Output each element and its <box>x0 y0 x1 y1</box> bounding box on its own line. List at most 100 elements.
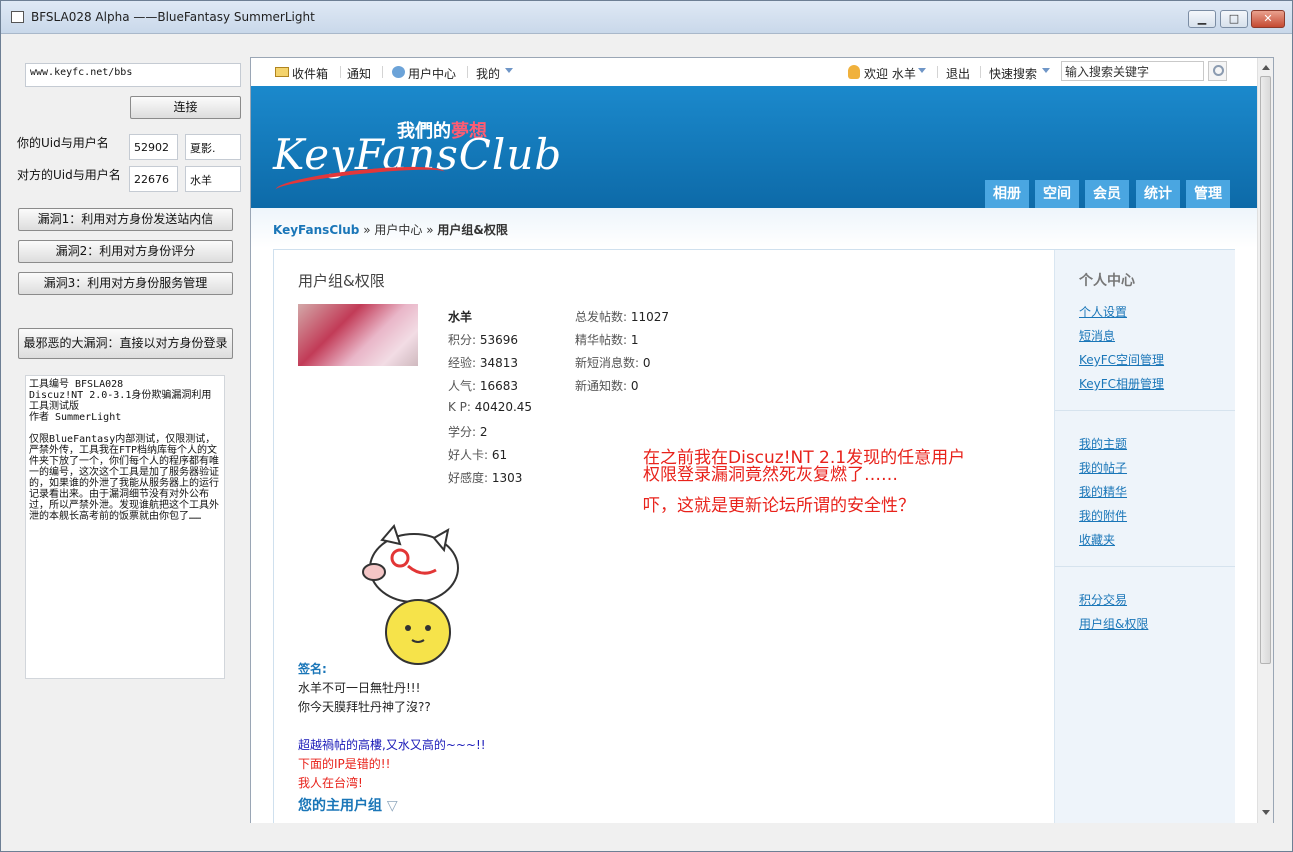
maximize-button[interactable]: □ <box>1220 10 1248 28</box>
other-uid-label: 对方的Uid与用户名 <box>17 168 121 182</box>
logout-link[interactable]: 退出 <box>946 65 970 82</box>
minimize-button[interactable]: ▁ <box>1188 10 1216 28</box>
stat-value: 0 <box>642 356 651 370</box>
chevron-down-icon[interactable] <box>1042 68 1050 73</box>
sidebar-item-my-topics[interactable]: 我的主题 <box>1079 435 1127 452</box>
stat-label: 新短消息数: <box>575 356 640 370</box>
other-uid-input[interactable]: 22676 <box>129 166 178 192</box>
tab-album[interactable]: 相册 <box>985 180 1029 208</box>
inbox-link[interactable]: 收件箱 <box>292 65 328 82</box>
sidebar-item-my-attachments[interactable]: 我的附件 <box>1079 507 1127 524</box>
forum-banner: 我們的夢想 KeyFansClub 相册 空间 会员 统计 管理 <box>251 86 1257 208</box>
scroll-up-icon[interactable] <box>1262 65 1270 70</box>
tab-admin[interactable]: 管理 <box>1186 180 1230 208</box>
title-bar[interactable]: BFSLA028 Alpha ——BlueFantasy SummerLight… <box>1 1 1292 34</box>
main-usergroup-title: 您的主用户组 <box>298 798 382 814</box>
chevron-down-icon[interactable] <box>918 68 926 73</box>
sidebar-item-my-posts[interactable]: 我的帖子 <box>1079 459 1127 476</box>
my-uid-input[interactable]: 52902 <box>129 134 178 160</box>
my-name-input[interactable]: 夏影. <box>185 134 241 160</box>
mail-icon <box>275 67 289 77</box>
sidebar-item-credit-trade[interactable]: 积分交易 <box>1079 591 1127 608</box>
sidebar-item-space-admin[interactable]: KeyFC空间管理 <box>1079 351 1164 368</box>
close-button[interactable]: ✕ <box>1251 10 1285 28</box>
triangle-down-icon: ▽ <box>386 798 398 814</box>
main-panel: 用户组&权限 水羊 积分: 53696 经验: 34813 人气: 16683 … <box>273 249 1235 823</box>
user-center-link[interactable]: 用户中心 <box>408 65 456 82</box>
stat-label: 好感度: <box>448 471 489 485</box>
sidebar-item-favorites[interactable]: 收藏夹 <box>1079 531 1115 548</box>
stat-new-notices: 新通知数: 0 <box>575 377 639 394</box>
stat-label: 人气: <box>448 379 477 393</box>
tab-space[interactable]: 空间 <box>1035 180 1079 208</box>
stat-value: 40420.45 <box>474 400 533 414</box>
sidebar-divider <box>1055 410 1235 411</box>
exploit3-button[interactable]: 漏洞3：利用对方身份服务管理 <box>18 272 233 295</box>
notice-link[interactable]: 通知 <box>347 65 371 82</box>
scroll-thumb[interactable] <box>1260 76 1271 664</box>
stat-value: 1303 <box>491 471 523 485</box>
stat-label: K P: <box>448 400 471 414</box>
app-icon <box>11 11 24 23</box>
window-footer <box>1 823 1292 851</box>
connect-button[interactable]: 连接 <box>130 96 241 119</box>
sidebar-item-album-admin[interactable]: KeyFC相册管理 <box>1079 375 1164 392</box>
url-input[interactable]: www.keyfc.net/bbs <box>25 63 241 87</box>
promo-line-3: 吓，这就是更新论坛所谓的安全性？ <box>643 496 915 516</box>
tab-members[interactable]: 会员 <box>1085 180 1129 208</box>
breadcrumb-separator: » <box>426 223 434 237</box>
mine-menu[interactable]: 我的 <box>476 65 500 82</box>
sidebar-item-my-digest[interactable]: 我的精华 <box>1079 483 1127 500</box>
stat-value: 53696 <box>479 333 519 347</box>
page-title: 用户组&权限 <box>298 272 385 290</box>
divider <box>937 66 938 78</box>
stat-value: 34813 <box>479 356 519 370</box>
search-button[interactable] <box>1208 61 1227 81</box>
stat-label: 精华帖数: <box>575 333 628 347</box>
notes-textarea[interactable]: 工具编号 BFSLA028 Discuz!NT 2.0-3.1身份欺骗漏洞利用工… <box>25 375 225 679</box>
breadcrumb-user-center[interactable]: 用户中心 <box>374 223 422 237</box>
stat-label: 学分: <box>448 425 477 439</box>
sidebar-title: 个人中心 <box>1079 273 1135 289</box>
other-name-input[interactable]: 水羊 <box>185 166 241 192</box>
divider <box>382 66 383 78</box>
stat-experience: 经验: 34813 <box>448 354 518 371</box>
search-input[interactable] <box>1061 61 1204 81</box>
breadcrumb-home[interactable]: KeyFansClub <box>273 223 359 237</box>
breadcrumb-current: 用户组&权限 <box>437 223 508 237</box>
stat-label: 新通知数: <box>575 379 628 393</box>
stat-digest-posts: 精华帖数: 1 <box>575 331 639 348</box>
promo-line-2: 权限登录漏洞竟然死灰复燃了…… <box>643 465 898 485</box>
tab-stats[interactable]: 统计 <box>1136 180 1180 208</box>
signature-line: 超越禍帖的高樓,又水又高的~~~!! <box>298 738 486 752</box>
login-as-button[interactable]: 最邪恶的大漏洞：直接以对方身份登录 <box>18 328 233 359</box>
divider <box>980 66 981 78</box>
signature-line: 水羊不可一日無牡丹!!! <box>298 681 421 695</box>
welcome-menu[interactable]: 欢迎 水羊 <box>864 65 916 82</box>
window-title: BFSLA028 Alpha ——BlueFantasy SummerLight <box>31 10 315 24</box>
divider <box>467 66 468 78</box>
scroll-down-icon[interactable] <box>1262 810 1270 815</box>
forum-browser: 收件箱 通知 用户中心 我的 欢迎 水羊 退出 快速搜索 我們的夢想 KeyFa… <box>250 57 1274 824</box>
vertical-scrollbar[interactable] <box>1257 58 1273 823</box>
my-uid-label: 你的Uid与用户名 <box>17 136 109 150</box>
main-usergroup-toggle[interactable]: 您的主用户组 ▽ <box>298 795 398 815</box>
stat-points: 积分: 53696 <box>448 331 518 348</box>
tool-panel: www.keyfc.net/bbs 连接 你的Uid与用户名 52902 夏影.… <box>9 41 245 821</box>
sidebar-item-messages[interactable]: 短消息 <box>1079 327 1115 344</box>
stat-popularity: 人气: 16683 <box>448 377 518 394</box>
sidebar-item-usergroup[interactable]: 用户组&权限 <box>1079 615 1148 632</box>
stat-total-posts: 总发帖数: 11027 <box>575 308 669 325</box>
exploit2-button[interactable]: 漏洞2：利用对方身份评分 <box>18 240 233 263</box>
sidebar-divider <box>1055 566 1235 567</box>
stat-value: 2 <box>479 425 488 439</box>
stat-value: 16683 <box>479 379 519 393</box>
chevron-down-icon[interactable] <box>505 68 513 73</box>
quick-search-menu[interactable]: 快速搜索 <box>989 65 1037 82</box>
sidebar-item-settings[interactable]: 个人设置 <box>1079 303 1127 320</box>
exploit1-button[interactable]: 漏洞1：利用对方身份发送站内信 <box>18 208 233 231</box>
stat-credits: 学分: 2 <box>448 423 488 440</box>
stat-label: 总发帖数: <box>575 310 628 324</box>
app-window: BFSLA028 Alpha ——BlueFantasy SummerLight… <box>0 0 1293 852</box>
user-center-sidebar: 个人中心 个人设置 短消息 KeyFC空间管理 KeyFC相册管理 我的主题 我… <box>1054 250 1235 823</box>
